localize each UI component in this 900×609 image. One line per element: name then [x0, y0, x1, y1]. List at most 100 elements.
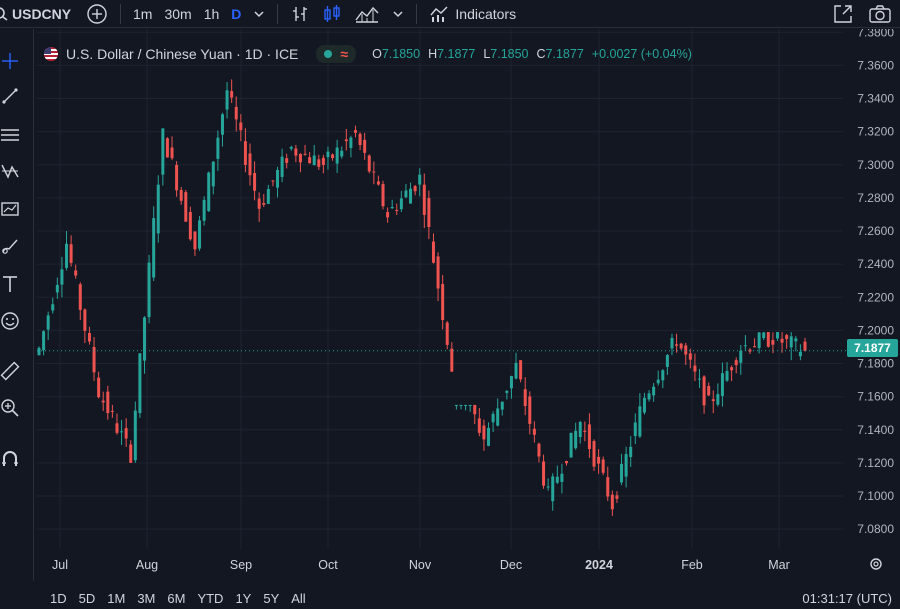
range-bar: 1D 5D 1M 3M 6M YTD 1Y 5Y All 01:31:17 (U… [0, 587, 900, 609]
chevron-down-icon [393, 10, 403, 17]
candle-body [766, 332, 770, 347]
range-6m[interactable]: 6M [161, 591, 191, 606]
range-1d[interactable]: 1D [0, 591, 73, 606]
candle-body [592, 441, 596, 467]
x-tick-label: Aug [136, 558, 158, 572]
candle-body [317, 159, 321, 167]
market-open-dot-icon [324, 50, 333, 58]
candle-body [505, 390, 509, 393]
candles-chart-type-button[interactable] [316, 0, 348, 28]
bars-chart-type-button[interactable] [284, 0, 316, 28]
zoom-tool[interactable] [0, 396, 20, 420]
candle-body [491, 413, 495, 423]
brush-tool[interactable] [0, 234, 20, 258]
price-chart[interactable]: 7.3800 7.3600 7.3400 7.3200 7.3000 7.2800 7.26… [35, 29, 900, 581]
candle-body [730, 367, 734, 371]
candle-body [340, 150, 344, 157]
candle-body [97, 377, 101, 398]
chart-settings-button[interactable] [870, 558, 882, 570]
candle-body [349, 137, 353, 148]
candle-body [610, 494, 614, 510]
candle-body [101, 400, 105, 403]
range-all[interactable]: All [285, 591, 311, 606]
candle-body [115, 423, 119, 433]
candle-body [482, 425, 486, 440]
range-3m[interactable]: 3M [131, 591, 161, 606]
y-tick-label: 7.1000 [857, 489, 894, 503]
measure-tool[interactable] [0, 359, 20, 383]
range-5d[interactable]: 5D [73, 591, 102, 606]
magnet-icon [2, 451, 18, 466]
candle-body [720, 373, 724, 396]
indicators-button[interactable]: Indicators [423, 0, 522, 28]
candle-body [427, 198, 431, 227]
candle-body [87, 332, 91, 342]
horizontal-lines-tool[interactable] [0, 123, 20, 147]
emoji-tool[interactable] [0, 309, 20, 333]
candle-body [193, 231, 197, 250]
symbol-title[interactable]: U.S. Dollar / Chinese Yuan · 1D · ICE [66, 46, 298, 62]
y-tick-label: 7.3200 [857, 125, 894, 139]
text-tool[interactable] [0, 272, 20, 296]
market-status-pill[interactable]: ≈ [316, 45, 357, 63]
range-1m[interactable]: 1M [101, 591, 131, 606]
trend-line-tool[interactable] [0, 84, 20, 108]
area-chart-type-button[interactable] [348, 0, 386, 28]
high-value: 7.1877 [437, 47, 476, 61]
chart-grid [37, 29, 843, 549]
chart-type-dropdown[interactable] [386, 0, 410, 28]
fullscreen-icon[interactable] [832, 3, 854, 25]
y-tick-label: 7.2000 [857, 323, 894, 337]
range-ytd[interactable]: YTD [191, 591, 229, 606]
crosshair-tool[interactable] [0, 49, 20, 73]
candle-body [312, 155, 316, 166]
candle-body [308, 157, 312, 164]
smiley-icon [1, 312, 19, 330]
camera-icon[interactable] [868, 3, 892, 25]
candle-body [546, 486, 550, 488]
prediction-tool[interactable] [0, 197, 20, 221]
utc-clock[interactable]: 01:31:17 (UTC) [802, 591, 892, 606]
candle-body [418, 174, 422, 185]
candle-body [487, 427, 491, 446]
candle-body [216, 137, 220, 159]
candle-body [473, 404, 477, 415]
candle-body [583, 430, 587, 433]
candle-body [239, 122, 243, 131]
interval-dropdown[interactable] [247, 0, 271, 28]
candle-body [528, 396, 532, 424]
range-1y[interactable]: 1Y [229, 591, 257, 606]
candle-body [615, 495, 619, 499]
candle-body [335, 147, 339, 164]
candle-body [597, 456, 601, 464]
interval-1h[interactable]: 1h [198, 0, 226, 28]
candle-body [642, 397, 646, 413]
candle-body [698, 378, 702, 380]
candle-body [390, 207, 394, 209]
magnet-tool[interactable] [0, 447, 20, 471]
y-tick-label: 7.3400 [857, 92, 894, 106]
candle-body [74, 270, 78, 276]
candle-body [422, 184, 426, 215]
candle-body [684, 345, 688, 355]
range-5y[interactable]: 5Y [257, 591, 285, 606]
change-value: +0.0027 (+0.04%) [591, 47, 692, 61]
interval-d[interactable]: D [225, 0, 247, 28]
candle-body [459, 404, 463, 406]
interval-30m[interactable]: 30m [158, 0, 197, 28]
y-tick-label: 7.1800 [857, 357, 894, 371]
candle-body [739, 350, 743, 363]
y-tick-label: 7.2600 [857, 224, 894, 238]
interval-1m[interactable]: 1m [127, 0, 158, 28]
add-symbol-button[interactable] [80, 0, 114, 28]
y-tick-label: 7.1600 [857, 390, 894, 404]
candle-body [409, 188, 413, 204]
brush-icon [2, 239, 18, 254]
symbol-search[interactable]: USDCNY [0, 6, 80, 22]
symbol-label: USDCNY [12, 5, 72, 22]
pattern-tool[interactable] [0, 159, 20, 183]
candle-body [156, 184, 160, 234]
candle-body [46, 315, 50, 330]
y-tick-label: 7.1400 [857, 423, 894, 437]
y-tick-label: 7.2800 [857, 191, 894, 205]
